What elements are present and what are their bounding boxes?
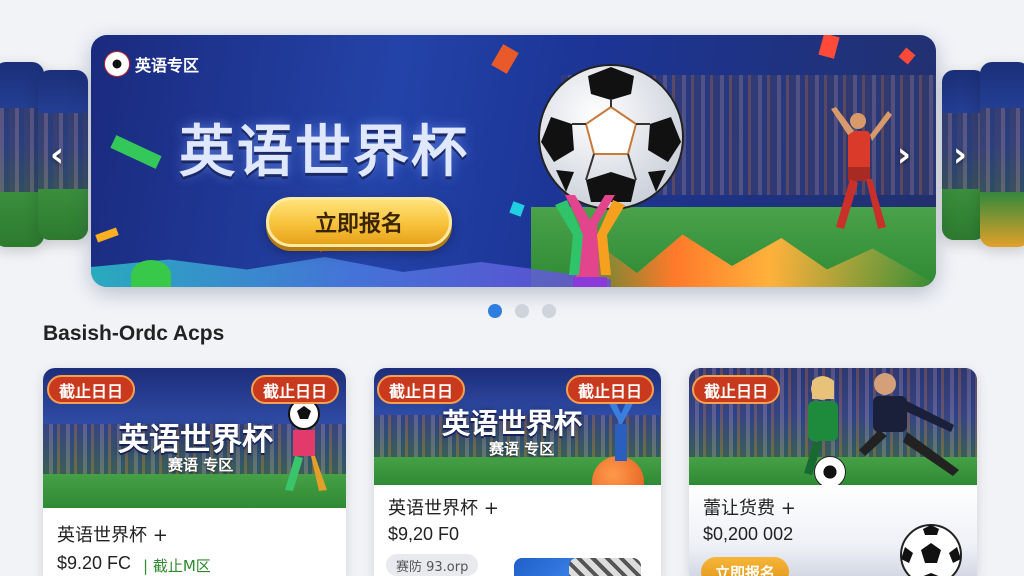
card-banner-subtitle: 赛语 专区: [489, 440, 555, 458]
card-title: 英语世界杯 +: [388, 498, 499, 519]
deadline-badge: 截止日日: [47, 375, 136, 404]
section-title: Basish-Ordc Acps: [43, 322, 225, 345]
card-title: 英语世界杯 +: [57, 525, 168, 546]
soccer-ball-icon: [538, 64, 684, 210]
carousel-prev-arrow[interactable]: ‹: [50, 138, 64, 172]
card-banner-title: 英语世界杯: [118, 422, 273, 458]
carousel-next-arrow-secondary[interactable]: ›: [953, 138, 967, 172]
course-card-2[interactable]: 截止日日 截止日日 英语世界杯 赛语 专区 英语世界杯 + $9,20 F0 赛…: [374, 368, 661, 576]
card-tag: 赛防 93.orp: [386, 554, 479, 576]
carousel-dot-3[interactable]: [542, 304, 556, 318]
card-banner-image: 截止日日 截止日日 英语世界杯 赛语 专区: [43, 368, 346, 508]
trophy-icon: [605, 396, 637, 461]
card-banner-image: 截止日日 截止日日 英语世界杯 赛语 专区: [374, 368, 661, 485]
thumbnail-image[interactable]: [569, 558, 641, 576]
carousel-pagination: [488, 304, 556, 318]
card-deadline: | 截止M区: [143, 557, 211, 575]
card-banner-subtitle: 赛语 专区: [168, 456, 234, 474]
card-price: $9,20 F0: [388, 524, 460, 544]
carousel-dot-2[interactable]: [515, 304, 529, 318]
soccer-ball-icon: [900, 524, 962, 576]
course-card-1[interactable]: 截止日日 截止日日 英语世界杯 赛语 专区 英语世界杯 + $9.20 FC |…: [43, 368, 346, 576]
trophy-icon: [555, 195, 625, 287]
brand-logo: 英语专区: [105, 52, 199, 76]
carousel-next-arrow[interactable]: ›: [897, 138, 911, 172]
soccer-ball-icon: [814, 456, 846, 485]
carousel-next-slide-far[interactable]: [980, 62, 1024, 247]
player-figure: [831, 107, 892, 229]
deadline-badge: 截止日日: [377, 375, 466, 404]
brand-logo-text: 英语专区: [135, 56, 200, 75]
deadline-badge: 截止日日: [565, 375, 654, 404]
carousel-dot-1[interactable]: [488, 304, 502, 318]
player-figure: [285, 398, 327, 491]
card-price: $9.20 FC: [57, 553, 132, 573]
hero-title: 英语世界杯: [179, 120, 469, 185]
player-figure: [859, 373, 959, 476]
card-price: $0,200 002: [703, 524, 794, 544]
card-title: 蕾让货费 +: [703, 498, 796, 519]
card-banner-title: 英语世界杯: [442, 407, 583, 440]
signup-button[interactable]: 立即报名: [701, 557, 790, 576]
soccer-ball-icon: [105, 52, 129, 76]
course-card-3[interactable]: 截止日日 蕾让货费 + $0,200 002 立即报名: [689, 368, 977, 576]
card-banner-image: 截止日日: [689, 368, 977, 485]
hero-banner[interactable]: 英语专区 英语世界杯 立即报名: [91, 35, 936, 287]
deadline-badge: 截止日日: [692, 375, 781, 404]
signup-now-button[interactable]: 立即报名: [266, 197, 452, 247]
deadline-badge: 截止日日: [250, 375, 339, 404]
